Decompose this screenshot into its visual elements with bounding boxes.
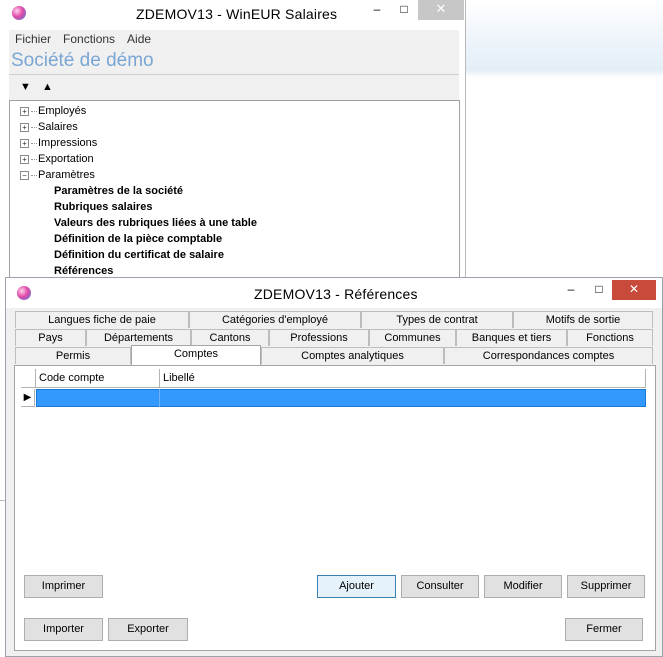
modifier-button[interactable]: Modifier <box>484 575 562 598</box>
tab-comptes[interactable]: Comptes <box>131 345 261 365</box>
expand-icon[interactable]: + <box>20 138 29 148</box>
expand-icon[interactable]: + <box>20 122 29 132</box>
row-selector-header <box>21 369 36 387</box>
exporter-button[interactable]: Exporter <box>108 618 188 641</box>
tree-item-parametres[interactable]: − Paramètres <box>20 167 95 183</box>
tab-categories-employe[interactable]: Catégories d'employé <box>189 311 361 328</box>
app-icon <box>12 6 26 20</box>
tree-item-employes[interactable]: + Employés <box>20 103 86 119</box>
tab-pays[interactable]: Pays <box>15 329 86 346</box>
menu-bar: Fichier Fonctions Aide <box>9 30 459 48</box>
column-header-libelle[interactable]: Libellé <box>160 369 646 387</box>
menu-aide[interactable]: Aide <box>121 32 157 46</box>
expand-icon[interactable]: + <box>20 106 29 116</box>
menu-fichier[interactable]: Fichier <box>9 32 57 46</box>
tree-item-valeurs-rubriques[interactable]: Valeurs des rubriques liées à une table <box>54 215 257 231</box>
tree-item-label: Employés <box>38 105 87 117</box>
references-window-title: ZDEMOV13 - Références <box>254 286 418 302</box>
tab-langues-fiche-de-paie[interactable]: Langues fiche de paie <box>15 311 189 328</box>
tab-banques-et-tiers[interactable]: Banques et tiers <box>456 329 567 346</box>
tree-item-rubriques-salaires[interactable]: Rubriques salaires <box>54 199 152 215</box>
comptes-tab-panel: Code compte Libellé ▶ Imprimer Ajouter C… <box>14 365 656 651</box>
tab-motifs-de-sortie[interactable]: Motifs de sortie <box>513 311 653 328</box>
close-button[interactable]: ✕ <box>612 280 656 300</box>
column-header-code-compte[interactable]: Code compte <box>36 369 160 387</box>
menu-fonctions[interactable]: Fonctions <box>57 32 121 46</box>
company-name: Société de démo <box>9 48 459 74</box>
tree-item-label: Salaires <box>38 121 78 133</box>
ajouter-button[interactable]: Ajouter <box>317 575 396 598</box>
comptes-grid: Code compte Libellé ▶ <box>21 369 649 559</box>
collapse-icon[interactable]: − <box>20 170 29 180</box>
tab-fonctions[interactable]: Fonctions <box>567 329 653 346</box>
grid-header: Code compte Libellé <box>21 369 646 388</box>
supprimer-button[interactable]: Supprimer <box>567 575 645 598</box>
maximize-button[interactable]: □ <box>394 0 414 20</box>
app-icon <box>17 286 31 300</box>
tree-item-salaires[interactable]: + Salaires <box>20 119 78 135</box>
tab-cantons[interactable]: Cantons <box>191 329 269 346</box>
references-window: ZDEMOV13 - Références – □ ✕ Langues fich… <box>5 277 663 657</box>
importer-button[interactable]: Importer <box>24 618 103 641</box>
tab-strip: Langues fiche de paie Catégories d'emplo… <box>14 308 656 366</box>
tree-item-parametres-societe[interactable]: Paramètres de la société <box>54 183 183 199</box>
table-row[interactable] <box>36 389 646 407</box>
tree-item-piece-comptable[interactable]: Définition de la pièce comptable <box>54 231 222 247</box>
current-row-indicator-icon: ▶ <box>21 389 35 407</box>
tree-item-label: Exportation <box>38 153 94 165</box>
tab-types-de-contrat[interactable]: Types de contrat <box>361 311 513 328</box>
imprimer-button[interactable]: Imprimer <box>24 575 103 598</box>
main-window-title: ZDEMOV13 - WinEUR Salaires <box>136 6 338 22</box>
tree-item-label: Paramètres <box>38 169 95 181</box>
minimize-button[interactable]: – <box>558 280 584 300</box>
tree-item-impressions[interactable]: + Impressions <box>20 135 97 151</box>
navigation-bar: ▼ ▲ <box>9 74 459 101</box>
tree-item-exportation[interactable]: + Exportation <box>20 151 94 167</box>
fermer-button[interactable]: Fermer <box>565 618 643 641</box>
tab-comptes-analytiques[interactable]: Comptes analytiques <box>261 347 444 364</box>
consulter-button[interactable]: Consulter <box>401 575 479 598</box>
tab-communes[interactable]: Communes <box>369 329 456 346</box>
desktop-background <box>465 0 663 78</box>
tab-departements[interactable]: Départements <box>86 329 191 346</box>
maximize-button[interactable]: □ <box>586 280 612 300</box>
tree-item-certificat-salaire[interactable]: Définition du certificat de salaire <box>54 247 224 263</box>
tab-professions[interactable]: Professions <box>269 329 369 346</box>
close-button[interactable]: ✕ <box>418 0 464 20</box>
main-titlebar[interactable]: ZDEMOV13 - WinEUR Salaires – □ ✕ <box>0 0 465 30</box>
minimize-button[interactable]: – <box>360 0 394 20</box>
arrow-up-icon[interactable]: ▲ <box>42 81 53 93</box>
tree-item-label: Impressions <box>38 137 98 149</box>
arrow-down-icon[interactable]: ▼ <box>20 81 31 93</box>
tab-correspondances-comptes[interactable]: Correspondances comptes <box>444 347 653 364</box>
tab-permis[interactable]: Permis <box>15 347 131 364</box>
references-titlebar[interactable]: ZDEMOV13 - Références – □ ✕ <box>6 278 662 308</box>
expand-icon[interactable]: + <box>20 154 29 164</box>
column-separator <box>159 389 160 407</box>
